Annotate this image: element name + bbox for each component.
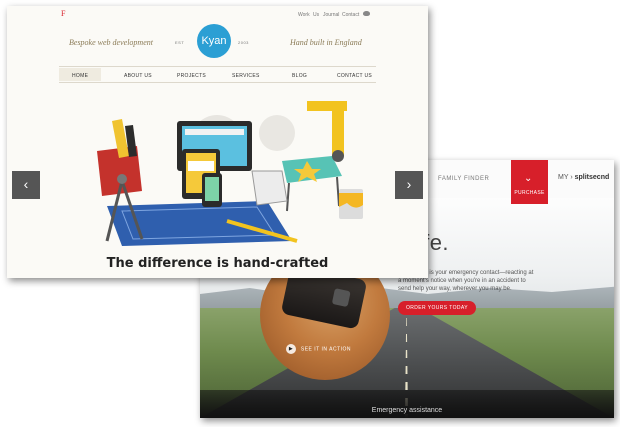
logo-chevron-icon: › [570, 174, 573, 181]
top-link-work[interactable]: Work [298, 12, 310, 18]
nav-family-finder[interactable]: FAMILY FINDER [438, 176, 489, 182]
hero-headline: The difference is hand-crafted [106, 256, 329, 271]
brand-mark: F [61, 9, 66, 18]
nav-contact-us[interactable]: CONTACT US [337, 73, 372, 79]
nav-blog[interactable]: BLOG [292, 73, 307, 79]
nav-bottom-divider [59, 82, 376, 83]
kyan-screenshot: F Work Us Journal Contact Bespoke web de… [7, 6, 428, 278]
purchase-label: PURCHASE [514, 190, 545, 196]
cube [251, 170, 288, 206]
tagline-right: Hand built in England [290, 38, 362, 47]
next-slide-button[interactable]: › [395, 171, 423, 199]
emergency-assistance-label: Emergency assistance [371, 407, 443, 414]
play-icon: ▶ [286, 344, 296, 354]
logo-name: splitsecnd [574, 174, 610, 181]
purchase-button[interactable]: ⌄ PURCHASE [511, 160, 548, 204]
nav-services[interactable]: SERVICES [232, 73, 260, 79]
kyan-logo[interactable]: Kyan [197, 24, 231, 58]
est-year: 2003 [238, 40, 249, 45]
nav-about-us[interactable]: ABOUT US [124, 73, 152, 79]
top-link-journal[interactable]: Journal [323, 12, 339, 18]
robot-arm [332, 106, 344, 156]
nav-top-divider [59, 66, 376, 67]
splitsecnd-logo[interactable]: MY › splitsecnd [558, 174, 609, 181]
est-label: EST [175, 40, 185, 45]
order-button[interactable]: ORDER YOURS TODAY [398, 301, 476, 315]
logo-my: MY [558, 174, 569, 181]
prev-slide-button[interactable]: ‹ [12, 171, 40, 199]
chevron-left-icon: ‹ [23, 176, 29, 192]
device-button [331, 288, 351, 308]
twitter-icon[interactable] [363, 11, 370, 16]
tagline-left: Bespoke web development [69, 38, 153, 47]
chevron-right-icon: › [406, 176, 412, 192]
gear-icon [259, 115, 295, 151]
top-link-us[interactable]: Us [313, 12, 319, 18]
see-in-action-label: SEE IT IN ACTION [300, 346, 352, 353]
arrow-down-icon: ⌄ [524, 173, 533, 184]
see-in-action-link[interactable]: ▶ SEE IT IN ACTION [286, 344, 351, 354]
top-link-contact[interactable]: Contact [342, 12, 359, 18]
hand-crafted-illustration [97, 101, 363, 246]
nav-home[interactable]: HOME [72, 73, 88, 79]
nav-projects[interactable]: PROJECTS [177, 73, 206, 79]
